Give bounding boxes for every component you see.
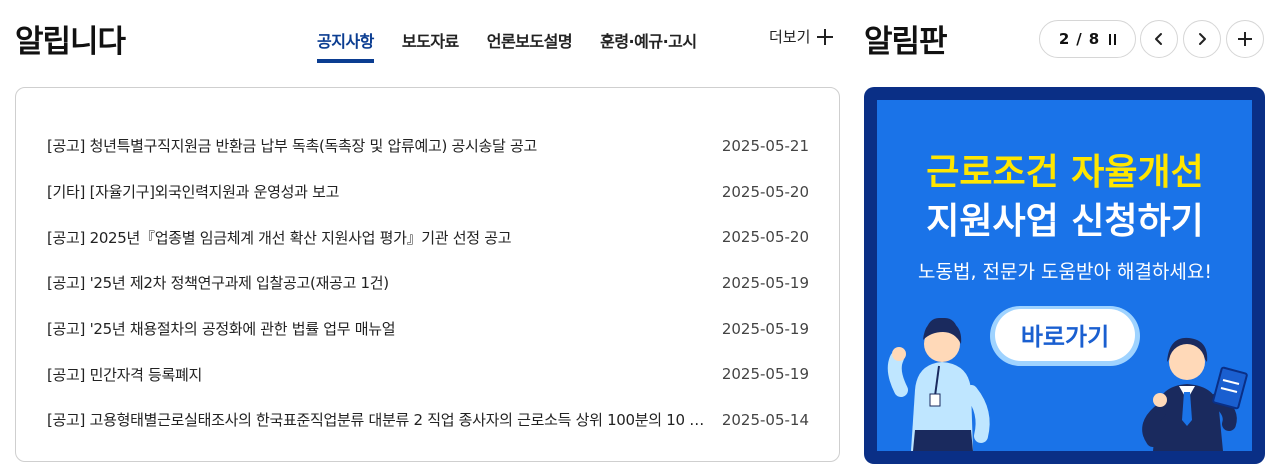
notice-title[interactable]: [공고] '25년 제2차 정책연구과제 입찰공고(재공고 1건)	[47, 272, 389, 293]
banner-line2: 지원사업 신청하기	[926, 201, 1204, 242]
notice-date: 2025-05-20	[721, 182, 809, 201]
notice-date: 2025-05-21	[721, 136, 809, 155]
more-button[interactable]: 더보기	[769, 26, 834, 47]
notice-date: 2025-05-19	[721, 365, 809, 384]
plus-icon	[1238, 32, 1252, 46]
notice-tabs: 공지사항 보도자료 언론보도설명 훈령·예규·고시	[317, 28, 725, 63]
notice-title[interactable]: [공고] 민간자격 등록폐지	[47, 364, 202, 385]
board-more-button[interactable]	[1226, 20, 1264, 58]
notice-title[interactable]: [기타] [자율기구]외국인력지원과 운영성과 보고	[47, 181, 339, 202]
chevron-left-icon	[1155, 33, 1162, 45]
tab-press-explanations[interactable]: 언론보도설명	[487, 28, 573, 63]
notice-title[interactable]: [공고] '25년 채용절차의 공정화에 관한 법률 업무 매뉴얼	[47, 318, 395, 339]
list-item[interactable]: [공고] 민간자격 등록폐지 2025-05-19	[47, 351, 809, 397]
plus-icon	[817, 28, 834, 45]
list-item[interactable]: [공고] 2025년『업종별 임금체계 개선 확산 지원사업 평가』기관 선정 …	[47, 214, 809, 260]
notice-section-title: 알립니다	[15, 24, 126, 60]
list-item[interactable]: [공고] 청년특별구직지원금 반환금 납부 독촉(독촉장 및 압류예고) 공시송…	[47, 123, 809, 169]
woman-figure-icon	[887, 318, 990, 451]
tab-directives[interactable]: 훈령·예규·고시	[600, 28, 697, 63]
banner-cta-label: 바로가기	[1021, 323, 1109, 351]
list-item[interactable]: [공고] '25년 채용절차의 공정화에 관한 법률 업무 매뉴얼 2025-0…	[47, 306, 809, 352]
banner-panel: 근로조건 자율개선 지원사업 신청하기 노동법, 전문가 도움받아 해결하세요!…	[877, 100, 1252, 451]
notice-date: 2025-05-19	[721, 319, 809, 338]
slide-pager: 2 / 8	[1039, 20, 1136, 58]
banner-subtitle: 노동법, 전문가 도움받아 해결하세요!	[918, 261, 1212, 283]
notice-title[interactable]: [공고] 고용형태별근로실태조사의 한국표준직업분류 대분류 2 직업 종사자의…	[47, 409, 712, 430]
tab-notices[interactable]: 공지사항	[317, 28, 374, 63]
notice-list-panel: [공고] 청년특별구직지원금 반환금 납부 독촉(독촉장 및 압류예고) 공시송…	[15, 87, 840, 462]
man-figure-icon	[1142, 337, 1248, 451]
pause-icon[interactable]	[1109, 33, 1117, 45]
promo-banner[interactable]: 근로조건 자율개선 지원사업 신청하기 노동법, 전문가 도움받아 해결하세요!…	[864, 87, 1265, 464]
tab-press-releases[interactable]: 보도자료	[402, 28, 459, 63]
list-item[interactable]: [기타] [자율기구]외국인력지원과 운영성과 보고 2025-05-20	[47, 169, 809, 215]
list-item[interactable]: [공고] '25년 제2차 정책연구과제 입찰공고(재공고 1건) 2025-0…	[47, 260, 809, 306]
notice-date: 2025-05-19	[721, 273, 809, 292]
pager-current: 2	[1058, 30, 1070, 48]
banner-illustration: 근로조건 자율개선 지원사업 신청하기 노동법, 전문가 도움받아 해결하세요!…	[887, 152, 1248, 451]
prev-slide-button[interactable]	[1140, 20, 1178, 58]
notice-date: 2025-05-14	[721, 410, 809, 429]
list-item[interactable]: [공고] 고용형태별근로실태조사의 한국표준직업분류 대분류 2 직업 종사자의…	[47, 397, 809, 443]
banner-line1: 근로조건 자율개선	[926, 152, 1204, 193]
more-label: 더보기	[769, 28, 811, 46]
notice-title[interactable]: [공고] 청년특별구직지원금 반환금 납부 독촉(독촉장 및 압류예고) 공시송…	[47, 135, 537, 156]
next-slide-button[interactable]	[1183, 20, 1221, 58]
notice-title[interactable]: [공고] 2025년『업종별 임금체계 개선 확산 지원사업 평가』기관 선정 …	[47, 227, 511, 248]
notice-list: [공고] 청년특별구직지원금 반환금 납부 독촉(독촉장 및 압류예고) 공시송…	[47, 123, 809, 443]
board-section-title: 알림판	[864, 24, 948, 60]
banner-cta-button[interactable]: 바로가기	[990, 306, 1140, 366]
pager-separator: /	[1076, 30, 1082, 48]
notice-date: 2025-05-20	[721, 228, 809, 247]
chevron-right-icon	[1199, 33, 1206, 45]
pager-total: 8	[1088, 30, 1100, 48]
